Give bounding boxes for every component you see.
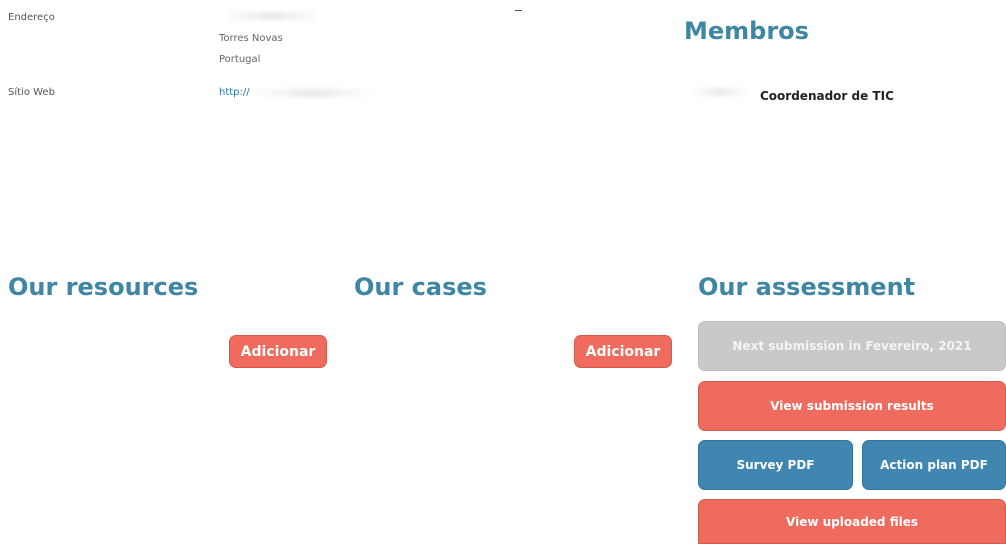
website-label: Sítio Web	[8, 87, 55, 98]
action-plan-pdf-button[interactable]: Action plan PDF	[862, 440, 1006, 490]
resources-title: Our resources	[8, 273, 199, 301]
address-label: Endereço	[8, 12, 55, 23]
address-city: Torres Novas	[219, 33, 283, 44]
resources-add-button[interactable]: Adicionar	[229, 335, 327, 368]
view-uploaded-files-button[interactable]: View uploaded files	[698, 499, 1006, 544]
members-title: Membros	[684, 17, 809, 45]
website-link[interactable]: http://	[219, 87, 250, 98]
divider-dash	[515, 10, 522, 11]
member-name-redacted	[690, 88, 750, 96]
assessment-title: Our assessment	[698, 273, 916, 301]
website-url-redacted	[252, 89, 374, 97]
member-role: Coordenador de TIC	[760, 89, 894, 103]
cases-add-button[interactable]: Adicionar	[574, 335, 672, 368]
view-submission-results-button[interactable]: View submission results	[698, 381, 1006, 431]
cases-title: Our cases	[354, 273, 487, 301]
address-street-redacted	[222, 12, 322, 20]
address-country: Portugal	[219, 54, 261, 65]
next-submission-button: Next submission in Fevereiro, 2021	[698, 321, 1006, 371]
survey-pdf-button[interactable]: Survey PDF	[698, 440, 853, 490]
